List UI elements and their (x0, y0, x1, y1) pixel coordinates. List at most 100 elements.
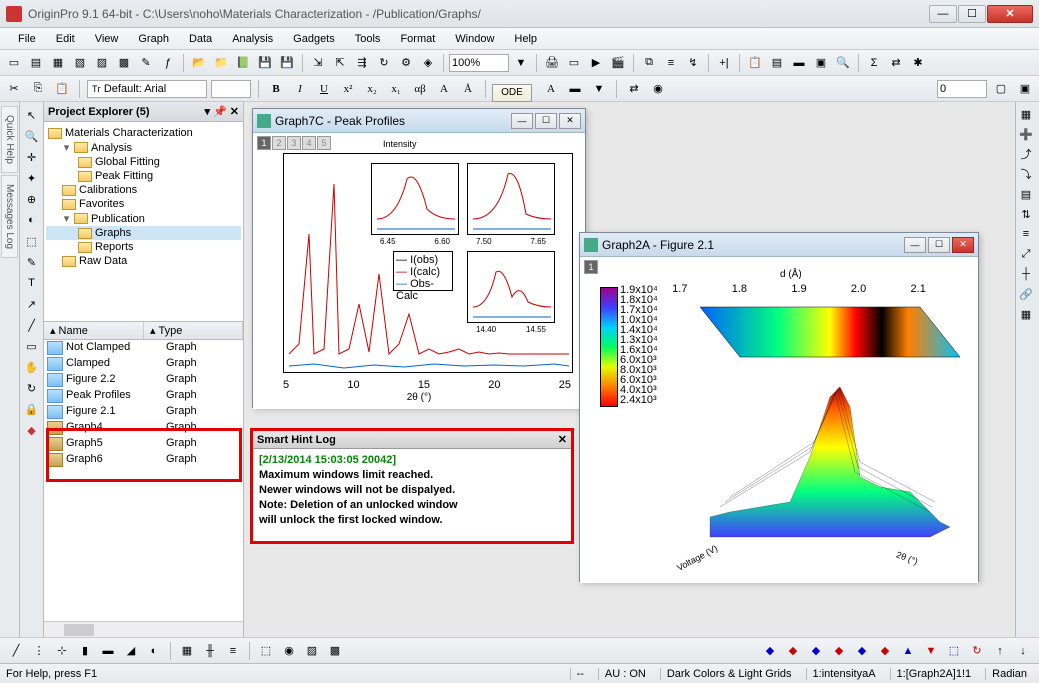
tree-global-fitting[interactable]: Global Fitting (46, 155, 241, 169)
multiy-icon[interactable]: ╫ (200, 641, 220, 661)
list-item[interactable]: Graph6Graph (44, 452, 243, 468)
graph-canvas[interactable]: 1 1.9x10⁴1.8x10⁴1.7x10⁴1.0x10⁴1.4x10⁴1.3… (580, 257, 978, 583)
menu-window[interactable]: Window (445, 31, 504, 47)
movie-icon[interactable]: 🎬 (608, 53, 628, 73)
menu-gadgets[interactable]: Gadgets (283, 31, 345, 47)
col-type[interactable]: ▴ Type (144, 322, 243, 339)
3d-rotate-6-icon[interactable]: ◆ (875, 641, 895, 661)
scale-icon[interactable]: ⤢ (1016, 244, 1036, 264)
object-size-input[interactable] (937, 80, 987, 98)
pie-plot-icon[interactable]: ◐ (144, 641, 164, 661)
new-notes-icon[interactable]: ✎ (136, 53, 156, 73)
merge-icon[interactable]: ⤵ (1016, 164, 1036, 184)
save-icon[interactable]: 💾 (255, 53, 275, 73)
greek-button[interactable]: αβ (410, 79, 430, 99)
graph-canvas[interactable]: 1 2 3 4 5 Intensity 6.45 (253, 133, 585, 409)
list-item[interactable]: Figure 2.1Graph (44, 404, 243, 420)
video-icon[interactable]: ▶ (586, 53, 606, 73)
mask-tool-icon[interactable]: ◐ (22, 210, 42, 230)
3d-reset-icon[interactable]: ↻ (967, 641, 987, 661)
arrange-icon[interactable]: ▤ (1016, 184, 1036, 204)
tree-raw-data[interactable]: Raw Data (46, 254, 241, 268)
layer-tab[interactable]: 4 (302, 136, 316, 150)
code-builder-icon[interactable]: ▣ (811, 53, 831, 73)
open-template-icon[interactable]: 📁 (211, 53, 231, 73)
add-layer-icon[interactable]: ➕ (1016, 124, 1036, 144)
transfer-icon[interactable]: ⇄ (886, 53, 906, 73)
new-function-icon[interactable]: ƒ (158, 53, 178, 73)
window-list[interactable]: Not ClampedGraph ClampedGraph Figure 2.2… (44, 340, 243, 621)
list-item[interactable]: Figure 2.2Graph (44, 372, 243, 388)
layer-tab[interactable]: 5 (317, 136, 331, 150)
maximize-button[interactable]: ☐ (958, 5, 986, 23)
rect-tool-icon[interactable]: ▭ (22, 336, 42, 356)
mathematica-icon[interactable]: ✱ (908, 53, 928, 73)
close-icon[interactable]: ✕ (559, 113, 581, 129)
results-log-icon[interactable]: ▤ (767, 53, 787, 73)
horizontal-scrollbar[interactable] (44, 621, 243, 637)
menu-tools[interactable]: Tools (345, 31, 391, 47)
import-wizard-icon[interactable]: ⇲ (308, 53, 328, 73)
expand-icon[interactable]: ▾ (62, 141, 71, 154)
layer-tab[interactable]: 1 (584, 260, 598, 274)
tree-graphs[interactable]: Graphs (46, 226, 241, 240)
tree-favorites[interactable]: Favorites (46, 197, 241, 211)
palette-button[interactable]: ⇄ (624, 79, 644, 99)
image-plot-icon[interactable]: ▩ (325, 641, 345, 661)
object-tool-1-icon[interactable]: ▢ (991, 79, 1011, 99)
pin-icon[interactable]: ▾ 📌 ✕ (204, 105, 239, 118)
zoom-input[interactable] (449, 54, 509, 72)
new-matrix-icon[interactable]: ▦ (48, 53, 68, 73)
3d-tilt-2-icon[interactable]: ▼ (921, 641, 941, 661)
reader-tool-icon[interactable]: ✛ (22, 147, 42, 167)
tree-calibrations[interactable]: Calibrations (46, 183, 241, 197)
minimize-icon[interactable]: — (511, 113, 533, 129)
menu-help[interactable]: Help (504, 31, 547, 47)
font-size-input[interactable] (211, 80, 251, 98)
duplicate-icon[interactable]: ⧉ (639, 53, 659, 73)
new-workbook-icon[interactable]: ▤ (26, 53, 46, 73)
tree-publication[interactable]: ▾Publication (46, 211, 241, 226)
print-icon[interactable]: 🖨 (542, 53, 562, 73)
col-name[interactable]: ▴ Name (44, 322, 144, 339)
child-titlebar[interactable]: Graph7C - Peak Profiles — ☐ ✕ (253, 109, 585, 133)
new-layout-icon[interactable]: ▩ (114, 53, 134, 73)
draw-tool-icon[interactable]: ✎ (22, 252, 42, 272)
expand-icon[interactable]: ▾ (62, 212, 71, 225)
tree-analysis[interactable]: ▾Analysis (46, 140, 241, 155)
tree-root[interactable]: Materials Characterization (46, 126, 241, 140)
pointer-tool-icon[interactable]: ↖ (22, 105, 42, 125)
list-item[interactable]: ClampedGraph (44, 356, 243, 372)
batch-icon[interactable]: ⚙ (396, 53, 416, 73)
menu-graph[interactable]: Graph (128, 31, 179, 47)
line-color-button[interactable]: ▬ (565, 79, 585, 99)
text-tool-icon[interactable]: T (22, 273, 42, 293)
area-plot-icon[interactable]: ◢ (121, 641, 141, 661)
subscript-button[interactable]: x₂ (362, 79, 382, 99)
reimport-icon[interactable]: ↻ (374, 53, 394, 73)
refresh-icon[interactable]: ≡ (661, 53, 681, 73)
add-column-icon[interactable]: +| (714, 53, 734, 73)
command-window-icon[interactable]: ▬ (789, 53, 809, 73)
messages-log-tab[interactable]: Messages Log (1, 175, 18, 258)
recalc-icon[interactable]: ↯ (683, 53, 703, 73)
stats-icon[interactable]: Σ (864, 53, 884, 73)
light-button[interactable]: ◉ (648, 79, 668, 99)
new-graph-icon[interactable]: ▧ (70, 53, 90, 73)
arrow-tool-icon[interactable]: ↗ (22, 294, 42, 314)
minimize-button[interactable]: — (929, 5, 957, 23)
menu-data[interactable]: Data (179, 31, 222, 47)
scatter-plot-icon[interactable]: ⋮ (29, 641, 49, 661)
font-family-select[interactable]: Tг Default: Arial (87, 80, 207, 98)
3d-rotate-3-icon[interactable]: ◆ (806, 641, 826, 661)
align-icon[interactable]: ≡ (1016, 224, 1036, 244)
zoom-tool-icon[interactable]: 🔍 (22, 126, 42, 146)
multipanel-icon[interactable]: ▦ (177, 641, 197, 661)
layer-tab[interactable]: 3 (287, 136, 301, 150)
menu-format[interactable]: Format (390, 31, 445, 47)
object-tool-2-icon[interactable]: ▣ (1015, 79, 1035, 99)
open-excel-icon[interactable]: 📗 (233, 53, 253, 73)
fill-color-button[interactable]: ▼ (589, 79, 609, 99)
import-single-icon[interactable]: ⇱ (330, 53, 350, 73)
3d-fit-icon[interactable]: ⬚ (944, 641, 964, 661)
